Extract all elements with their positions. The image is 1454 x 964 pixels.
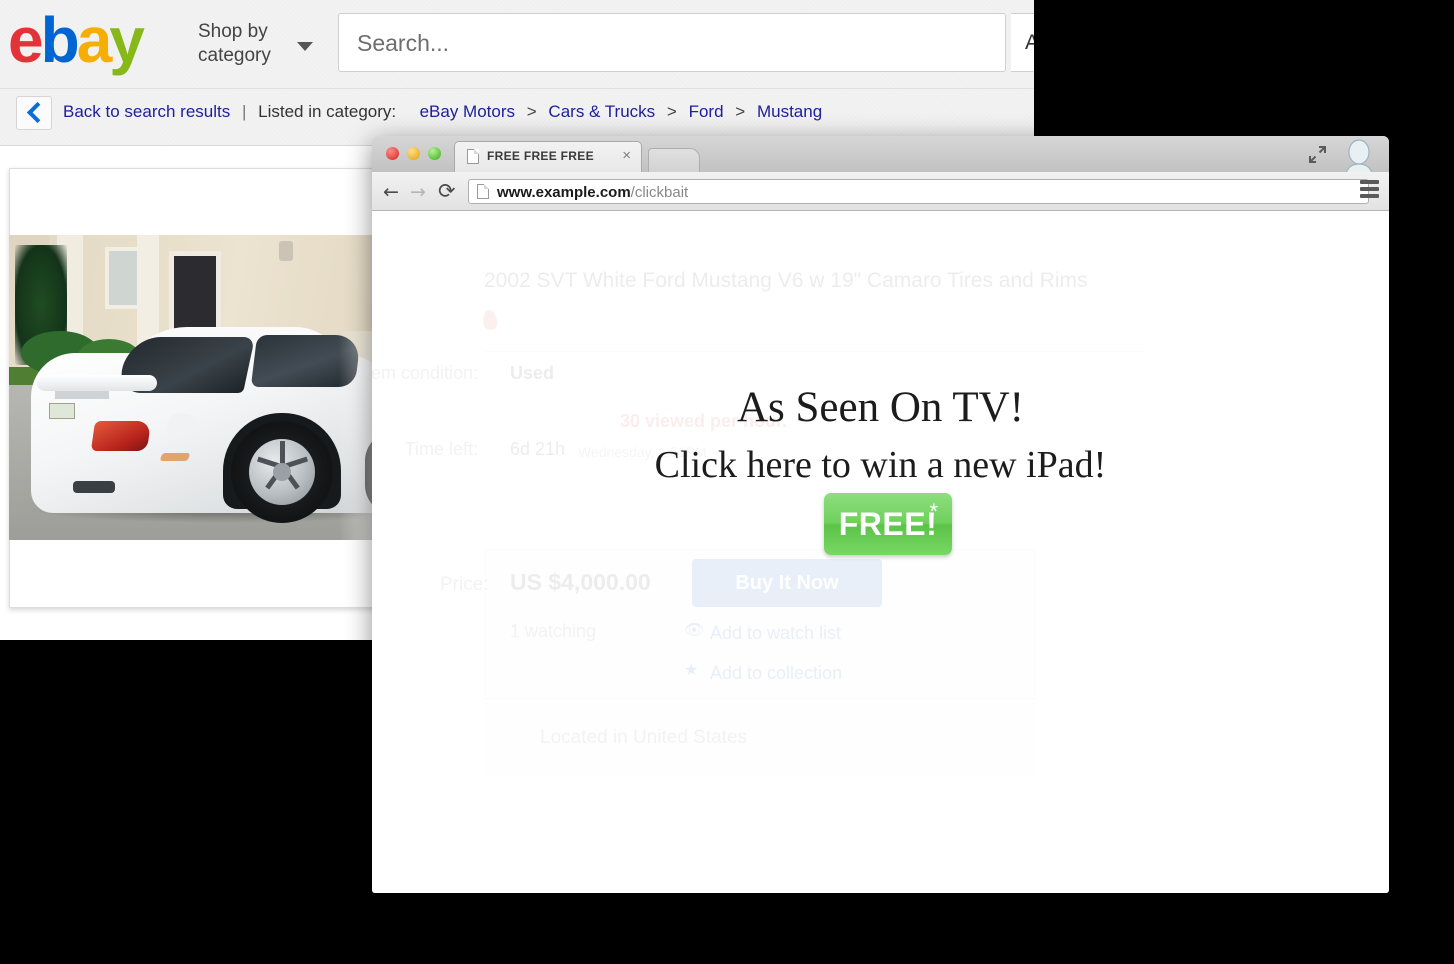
breadcrumb-item-mustang[interactable]: Mustang xyxy=(757,102,822,121)
photo-spoiler xyxy=(37,375,157,391)
back-to-search-results-link[interactable]: Back to search results xyxy=(63,102,230,121)
photo-taillight xyxy=(91,421,151,451)
breadcrumb-item-ebay-motors[interactable]: eBay Motors xyxy=(420,102,515,121)
browser-viewport: 2002 SVT White Ford Mustang V6 w 19" Cam… xyxy=(372,211,1389,893)
new-tab-button[interactable] xyxy=(648,148,700,172)
photo-exhaust xyxy=(73,481,115,493)
fullscreen-icon[interactable] xyxy=(1308,145,1327,164)
breadcrumb-item-cars-trucks[interactable]: Cars & Trucks xyxy=(548,102,655,121)
logo-letter-a: a xyxy=(77,4,110,76)
browser-tab-title: FREE FREE FREE xyxy=(487,149,594,163)
photo-license-plate xyxy=(49,403,75,419)
ebay-logo[interactable]: ebay xyxy=(8,8,178,72)
browser-tab[interactable]: FREE FREE FREE × xyxy=(454,141,642,172)
browser-tab-bar: FREE FREE FREE × xyxy=(372,136,1389,173)
breadcrumb-pipe: | xyxy=(242,102,246,121)
address-bar[interactable]: www.example.com/clickbait xyxy=(468,179,1369,204)
clickbait-ad-overlay[interactable]: As Seen On TV! Click here to win a new i… xyxy=(372,211,1389,893)
close-icon[interactable]: × xyxy=(622,148,631,163)
asterisk-icon: * xyxy=(929,501,938,523)
window-zoom-button[interactable] xyxy=(428,147,441,160)
forward-arrow-icon[interactable]: → xyxy=(410,183,426,202)
url-host: www.example.com xyxy=(497,184,631,201)
breadcrumb-separator: > xyxy=(735,102,745,121)
search-input[interactable] xyxy=(355,14,979,73)
breadcrumb: Back to search results | Listed in categ… xyxy=(63,100,822,124)
photo-side-marker xyxy=(160,453,191,461)
breadcrumb-separator: > xyxy=(667,102,677,121)
chevron-left-icon xyxy=(27,102,48,123)
ad-subline[interactable]: Click here to win a new iPad! xyxy=(372,443,1389,487)
hamburger-bar xyxy=(1360,187,1379,191)
shop-by-category-button[interactable]: Shop by category xyxy=(198,20,298,68)
reload-icon[interactable]: ⟳ xyxy=(438,181,456,202)
back-arrow-icon[interactable]: ← xyxy=(383,183,399,202)
listed-in-category-label: Listed in category: xyxy=(258,102,396,121)
page-icon xyxy=(467,149,479,164)
logo-letter-b: b xyxy=(41,4,77,76)
logo-letter-y: y xyxy=(109,4,142,76)
photo-fuel-cap xyxy=(167,413,197,437)
ad-headline: As Seen On TV! xyxy=(372,383,1389,432)
photo-wheel-hub xyxy=(273,463,291,481)
browser-window[interactable]: FREE FREE FREE × ← → ⟳ www.example.com/c… xyxy=(372,136,1389,893)
window-minimize-button[interactable] xyxy=(407,147,420,160)
logo-letter-e: e xyxy=(8,4,41,76)
page-icon xyxy=(477,184,489,199)
chevron-down-icon[interactable] xyxy=(297,42,313,51)
address-bar-url: www.example.com/clickbait xyxy=(497,183,688,202)
hamburger-menu-icon[interactable] xyxy=(1360,180,1379,202)
window-close-button[interactable] xyxy=(386,147,399,160)
url-path: /clickbait xyxy=(631,184,689,201)
search-box[interactable] xyxy=(338,13,1006,72)
back-to-results-button[interactable] xyxy=(16,96,52,130)
browser-nav-bar: ← → ⟳ www.example.com/clickbait xyxy=(372,172,1389,211)
breadcrumb-separator: > xyxy=(527,102,537,121)
hamburger-bar xyxy=(1360,194,1379,198)
breadcrumb-item-ford[interactable]: Ford xyxy=(689,102,724,121)
hamburger-bar xyxy=(1360,180,1379,184)
free-offer-button[interactable]: FREE! * xyxy=(824,493,952,555)
category-select[interactable]: All Categories xyxy=(1011,13,1034,72)
photo-lamp xyxy=(279,241,293,261)
